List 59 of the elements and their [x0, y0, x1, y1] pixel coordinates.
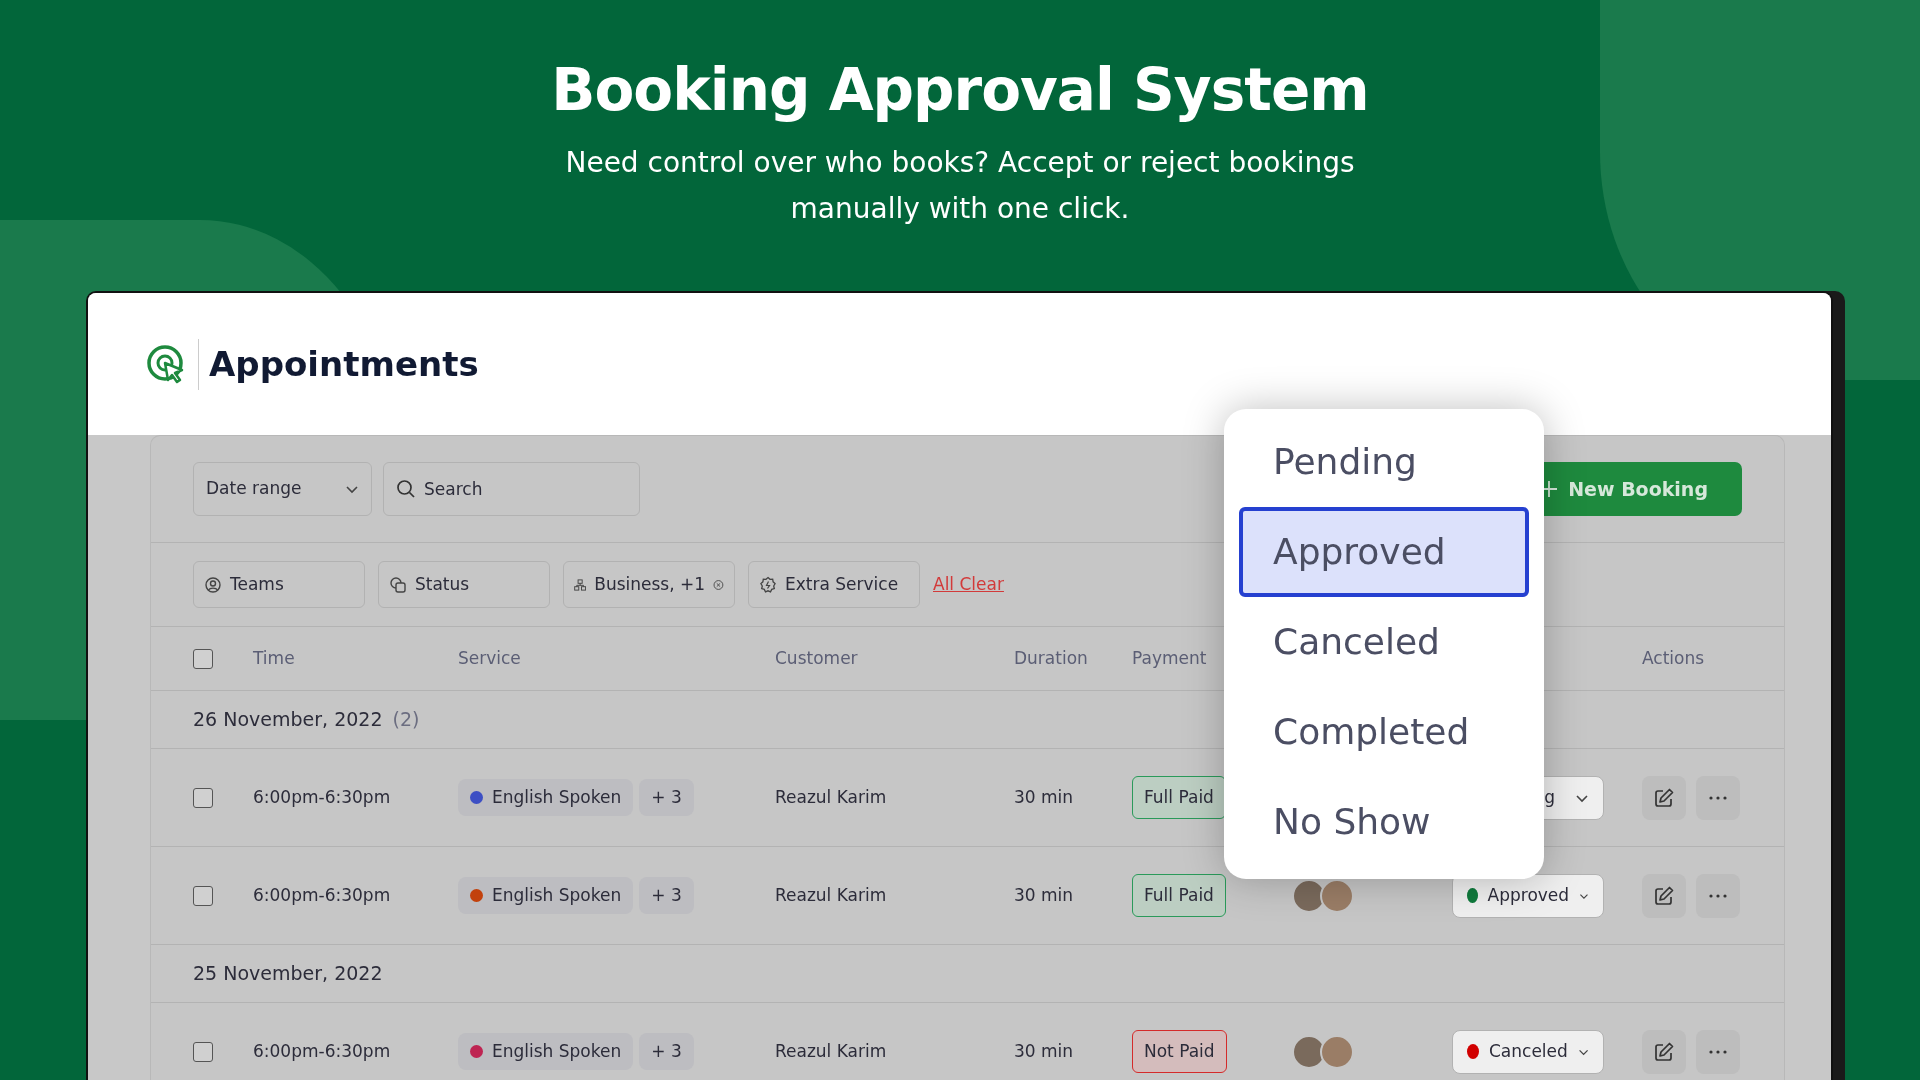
- edit-button[interactable]: [1642, 1029, 1686, 1074]
- menu-item[interactable]: No Show: [1239, 777, 1529, 867]
- group-date: 25 November, 2022: [193, 961, 383, 987]
- column-header: Duration: [1014, 646, 1089, 670]
- menu-item[interactable]: Canceled: [1239, 597, 1529, 687]
- time-text: 6:00pm-6:30pm: [253, 1039, 392, 1063]
- payment-badge: Full Paid: [1132, 775, 1226, 820]
- column-header: Time: [253, 646, 296, 670]
- service-tag: English Spoken: [458, 876, 634, 915]
- service-tag: English Spoken: [458, 1032, 634, 1071]
- edit-icon: [1653, 1040, 1675, 1063]
- banner-title: Booking Approval System: [550, 56, 1370, 126]
- group-date: 26 November, 2022: [193, 707, 383, 733]
- filter-chip[interactable]: Teams: [193, 561, 365, 608]
- column-header: Payment: [1132, 646, 1208, 670]
- time-text: 6:00pm-6:30pm: [253, 883, 392, 907]
- badge-icon: [759, 575, 777, 594]
- ellipsis-icon: [1709, 893, 1727, 898]
- filter-chip[interactable]: Extra Service: [748, 561, 920, 608]
- extra-count-tag: + 3: [639, 876, 694, 915]
- payment-badge: Not Paid: [1132, 1029, 1227, 1074]
- duration-text: 30 min: [1014, 785, 1075, 809]
- status-dropdown[interactable]: Canceled: [1452, 1029, 1604, 1074]
- ellipsis-icon: [1709, 795, 1727, 800]
- payment-badge: Full Paid: [1132, 873, 1226, 918]
- row-checkbox[interactable]: [193, 787, 213, 808]
- menu-item[interactable]: Completed: [1239, 687, 1529, 777]
- extra-count-tag: + 3: [639, 778, 694, 817]
- service-tag: English Spoken: [458, 778, 634, 817]
- edit-icon: [1653, 786, 1675, 809]
- filter-chip[interactable]: Status: [378, 561, 550, 608]
- customer-name: Reazul Karim: [775, 883, 888, 907]
- edit-button[interactable]: [1642, 873, 1686, 918]
- group-count: (2): [392, 707, 420, 733]
- page-title: Appointments: [198, 338, 479, 390]
- duration-text: 30 min: [1014, 1039, 1075, 1063]
- row-checkbox[interactable]: [193, 885, 213, 906]
- date-range-dropdown[interactable]: Date range: [193, 462, 372, 516]
- select-all-checkbox[interactable]: [193, 648, 213, 669]
- edit-icon: [1653, 884, 1675, 907]
- edit-button[interactable]: [1642, 775, 1686, 820]
- duration-text: 30 min: [1014, 883, 1075, 907]
- time-text: 6:00pm-6:30pm: [253, 785, 392, 809]
- logo-icon: [146, 344, 186, 384]
- status-dropdown[interactable]: Approved: [1452, 873, 1604, 918]
- ellipsis-icon: [1709, 1049, 1727, 1054]
- user-circle-icon: [204, 575, 222, 594]
- customer-name: Reazul Karim: [775, 1039, 888, 1063]
- shapes-icon: [389, 575, 407, 594]
- extra-count-tag: + 3: [639, 1032, 694, 1071]
- row-checkbox[interactable]: [193, 1041, 213, 1062]
- banner-subtitle: Need control over who books? Accept or reject bookings manually with one click.: [564, 144, 1356, 227]
- filter-chip[interactable]: Business, +1: [563, 561, 735, 608]
- column-header: Service: [458, 646, 522, 670]
- customer-name: Reazul Karim: [775, 785, 888, 809]
- column-header: Actions: [1642, 646, 1706, 670]
- search-field[interactable]: Search: [383, 462, 640, 516]
- menu-item[interactable]: Approved: [1239, 507, 1529, 597]
- column-header: Customer: [775, 646, 859, 670]
